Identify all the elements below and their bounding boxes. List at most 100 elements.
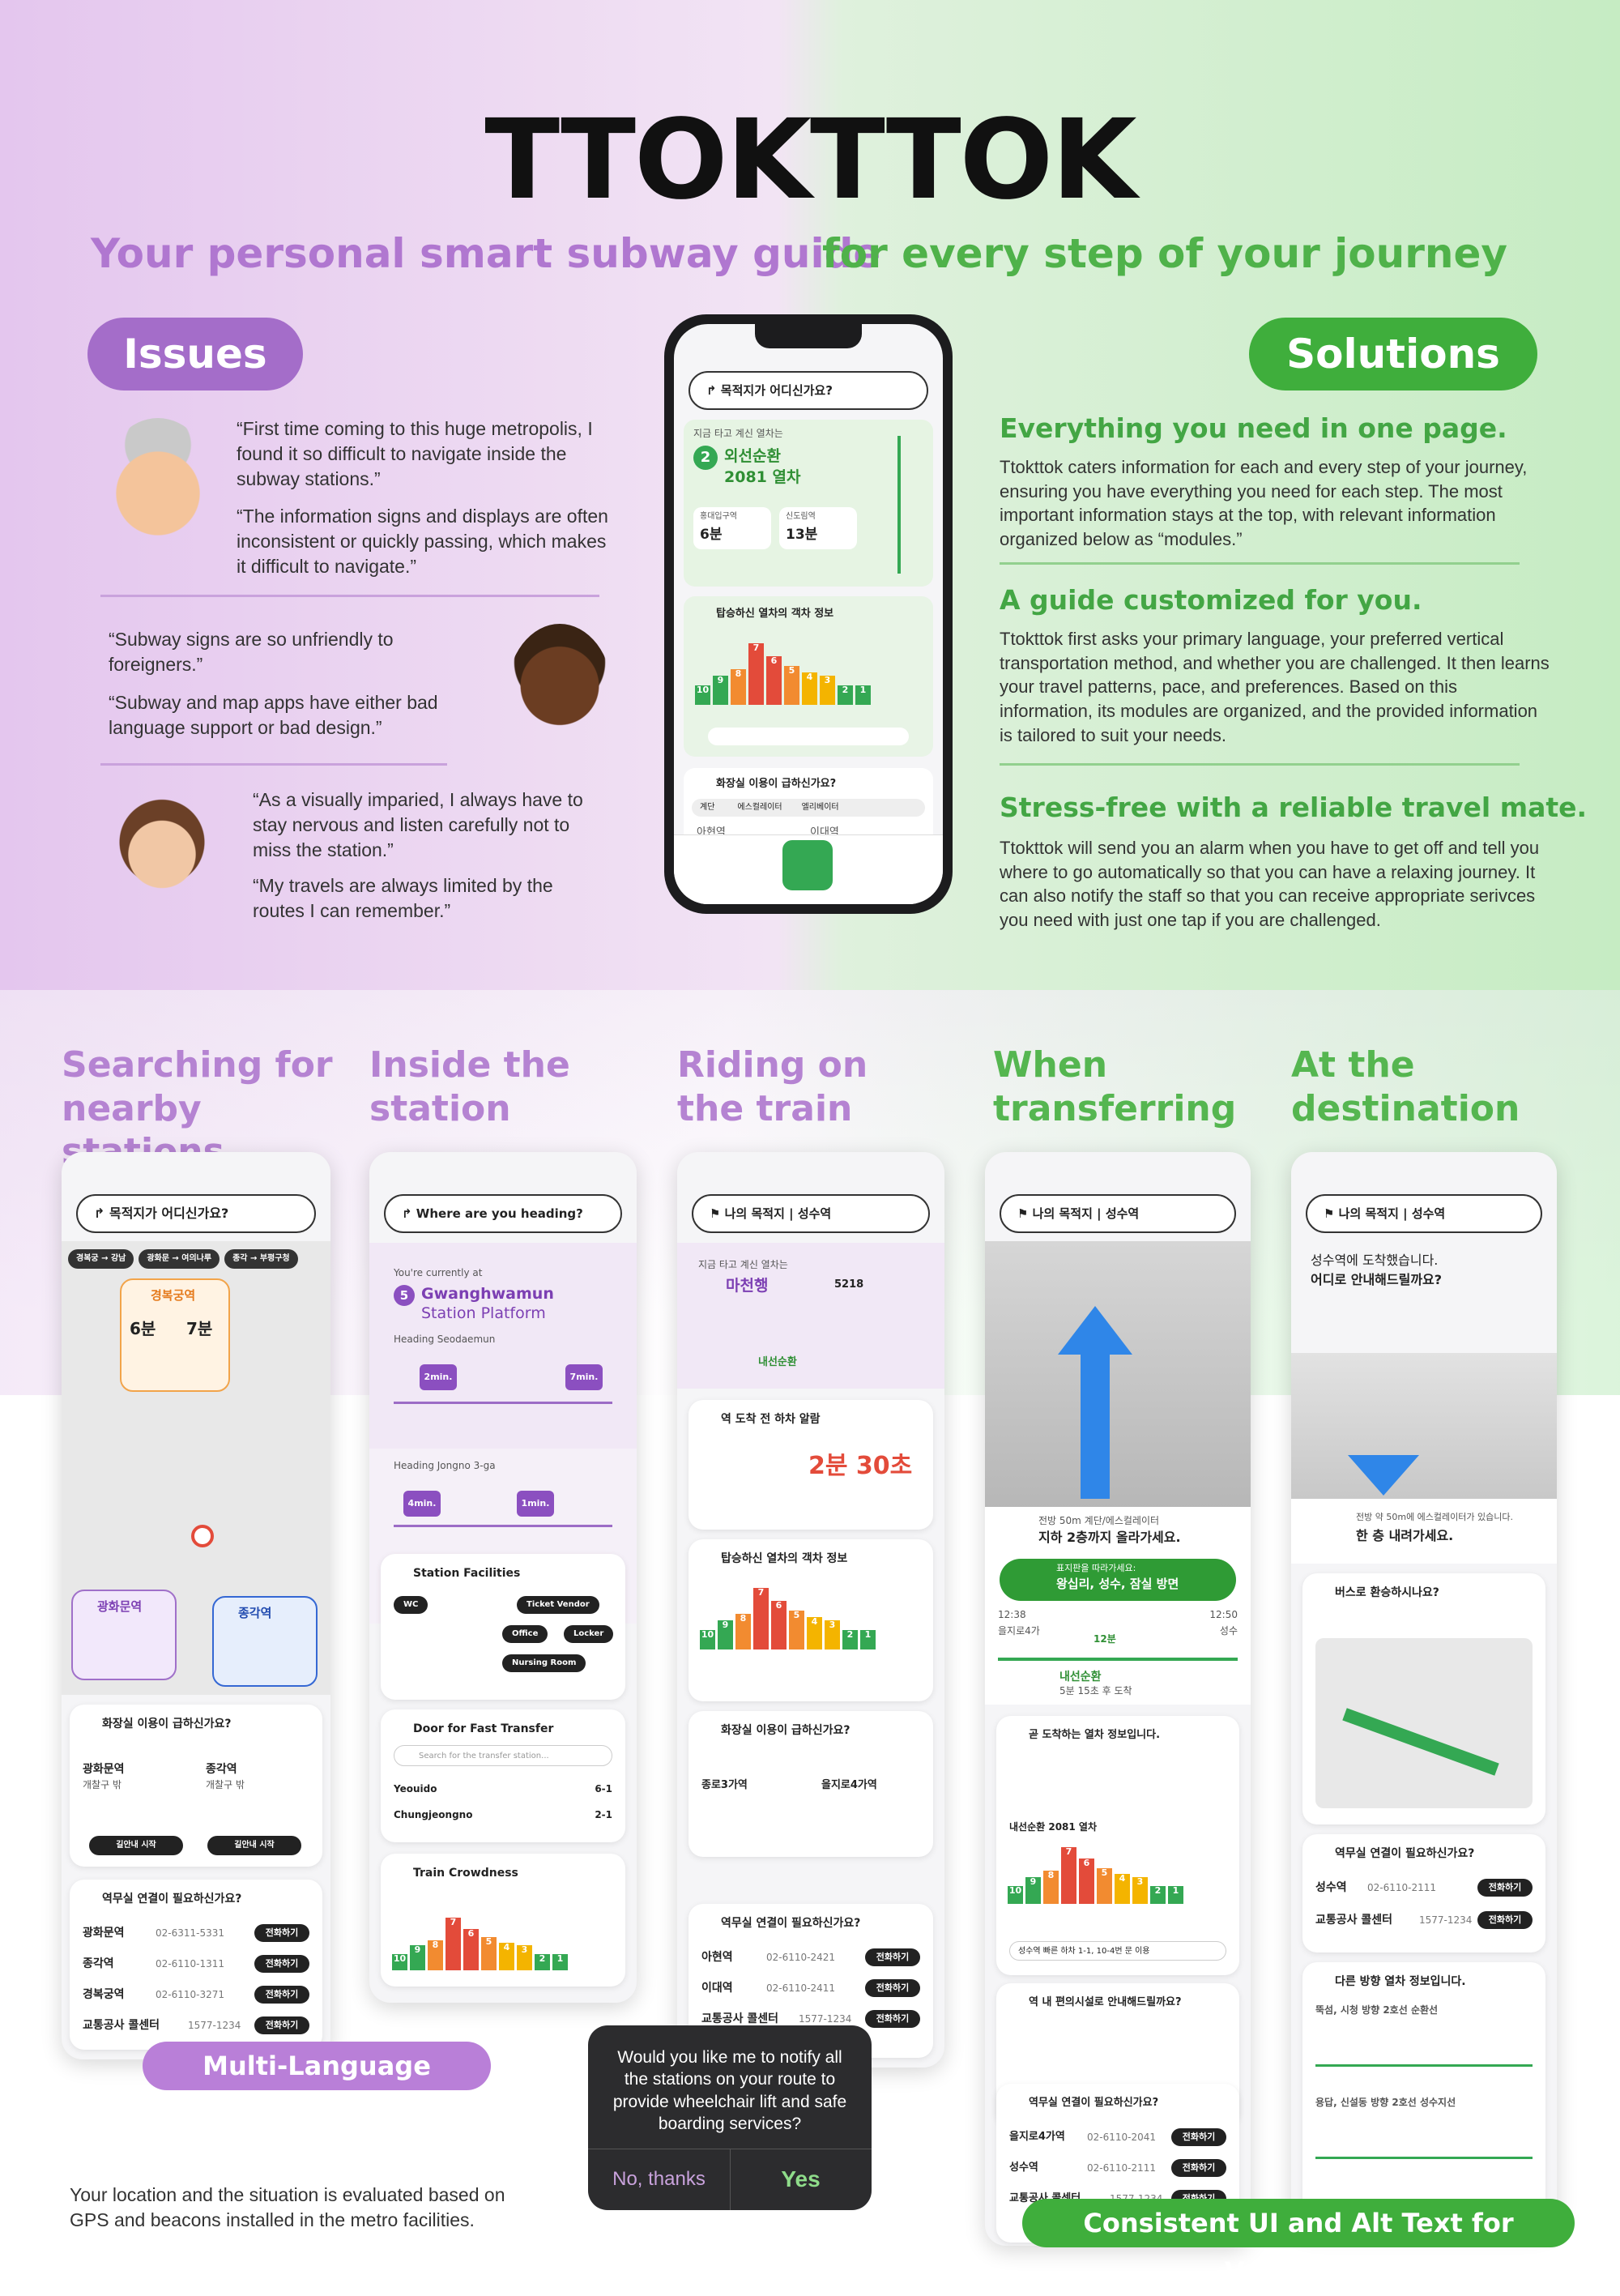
s4-dir2: 왕십리, 성수, 잠실 방면 [1056,1577,1179,1591]
call-button[interactable]: 전화하기 [1171,2128,1226,2146]
s1-chip[interactable]: 종각 → 부평구청 [224,1249,298,1269]
s2-transfer-search[interactable]: Search for the transfer station... [394,1745,612,1766]
s2-t3: 4min. [403,1491,441,1517]
door-val: 2-1 [595,1809,612,1820]
subtitle-left: Your personal smart subway guide [91,230,881,277]
modal-no-button[interactable]: No, thanks [588,2149,730,2210]
s2-office-chip[interactable]: Office [502,1625,548,1643]
crowd-bar: 1 [860,1630,876,1649]
quote-1a: “First time coming to this huge metropol… [237,418,593,490]
s4-train: 내선순환 2081 열차 [1009,1821,1097,1833]
call-button[interactable]: 전화하기 [865,2010,920,2028]
call-button[interactable]: 전화하기 [865,1948,920,1966]
turn-arrow-icon: ↱ [706,383,721,398]
crowd-bar: 6 [463,1929,479,1970]
crowd-bar: 10 [700,1630,715,1649]
s1-station-card-b[interactable]: 광화문역 [71,1590,177,1680]
crowd-bar: 3 [825,1620,840,1649]
call-button[interactable]: 전화하기 [1477,1911,1533,1929]
s1-guide-button[interactable]: 길안내 시작 [207,1836,301,1855]
tab-active-train[interactable] [782,840,833,890]
call-button[interactable]: 전화하기 [1171,2159,1226,2177]
s2-stn: Gwanghwamun [421,1285,554,1303]
s4-call-row: 성수역 02-6110-2111 전화하기 [1009,2157,1226,2179]
s2-facilities-card: Station Facilities WC Ticket Vendor Offi… [381,1554,625,1700]
crowd-bar: 4 [807,1617,822,1649]
s2-search-bar[interactable]: ↱ Where are you heading? [384,1194,622,1233]
s4-arr: 곧 도착하는 열차 정보입니다. [1029,1729,1161,1741]
s2-crowd-bars: 10 9 8 7 6 5 4 3 2 1 [392,1915,568,1970]
s3-train: 5218 [834,1278,864,1291]
call-name: 경복궁역 [83,1988,125,2001]
s1-station-card-a[interactable]: 경복궁역 6분 7분 [120,1278,230,1392]
s1-toilet-sub1: 개찰구 밖 [83,1779,122,1790]
phone-crowd-title: 탑승하신 열차의 객차 정보 [716,608,834,620]
call-button[interactable]: 전화하기 [254,1924,309,1942]
quote-2a: “Subway signs are so unfriendly to forei… [109,629,394,676]
s5-msg1: 전방 약 50m에 에스컬레이터가 있습니다. [1356,1512,1513,1522]
call-button[interactable]: 전화하기 [254,1986,309,2004]
phone-crowd-card: 탑승하신 열차의 객차 정보 10 9 8 7 6 5 4 3 2 1 [684,596,933,757]
s1-ta: 6분 [130,1319,156,1338]
s5-escalator-view [1291,1353,1557,1499]
phone-vertical-options[interactable]: 계단 에스컬레이터 엘리베이터 [692,799,925,817]
s4-search-bar[interactable]: ⚑ 나의 목적지 | 성수역 [1000,1194,1236,1233]
s5-ask: 어디로 안내해드릴까요? [1311,1272,1443,1287]
crowd-bar: 6 [766,656,782,705]
crowd-bar: 3 [820,676,835,705]
s5-line-1 [1315,2064,1533,2067]
s3-search-bar[interactable]: ⚑ 나의 목적지 | 성수역 [692,1194,930,1233]
s3-alarm-card: 역 도착 전 하차 알람 2분 30초 [688,1400,933,1530]
thumbs-down-memoji-icon [507,624,612,762]
phone-search-bar[interactable]: ↱ 목적지가 어디신가요? [688,371,928,410]
quote-3b: “My travels are always limited by the ro… [253,875,553,922]
up-arrow-icon [1058,1306,1132,1355]
s2-ticket-chip[interactable]: Ticket Vendor [517,1596,599,1614]
crowd-bar: 5 [1097,1868,1112,1904]
s1-call-row: 교통공사 콜센터 1577-1234 전화하기 [83,2014,309,2037]
s5-bus-map[interactable] [1315,1638,1533,1808]
s1-map[interactable]: 경복궁 → 강남 광화문 → 여의나루 종각 → 부평구청 경복궁역 6분 7분… [62,1241,330,1695]
s1-chip[interactable]: 광화문 → 여의나루 [139,1249,220,1269]
call-button[interactable]: 전화하기 [254,1955,309,1973]
s1-search-bar[interactable]: ↱ 목적지가 어디신가요? [76,1194,316,1233]
s4-line: 내선순환 [1059,1671,1102,1684]
s2-t2: 7min. [565,1364,603,1390]
crowd-bar: 3 [517,1945,532,1970]
section-title-5: At the destination [1291,1044,1520,1129]
solutions-divider-1 [1000,562,1520,565]
s1-chip[interactable]: 경복궁 → 강남 [68,1249,134,1269]
s5-search-bar[interactable]: ⚑ 나의 목적지 | 성수역 [1306,1194,1542,1233]
s1-stn-a: 경복궁역 [151,1288,196,1303]
phone-train-card: 지금 타고 계신 열차는 2 외선순환 2081 열차 홍대입구역 6분 신도림역… [684,420,933,587]
s5-message-panel: 전방 약 50m에 에스컬레이터가 있습니다. 한 층 내려가세요. [1291,1499,1557,1564]
s2-door-row: Chungjeongno 2-1 [394,1803,612,1826]
s3-search-text: 나의 목적지 | 성수역 [724,1206,832,1221]
s1-guide-button[interactable]: 길안내 시작 [89,1836,183,1855]
crowd-bar: 7 [748,643,764,705]
s1-help-card: 역무실 연결이 필요하신가요? 광화문역 02-6311-5331 전화하기 종각역… [70,1880,322,2050]
s1-station-card-c[interactable]: 종각역 [212,1596,318,1687]
s3-call-row: 이대역 02-6110-2411 전화하기 [701,1977,920,1999]
blowing-memoji-icon [105,787,219,909]
s2-wc-chip[interactable]: WC [394,1596,428,1614]
multi-language-label: Multi-Language Support [143,2042,491,2130]
crowd-bar: 10 [1008,1886,1023,1904]
modal-yes-button[interactable]: Yes [730,2149,872,2210]
s5-other: 다른 방향 열차 정보입니다. [1335,1975,1466,1988]
s4-t1: 12:38 [998,1609,1026,1620]
s4-dir: 표지판을 따라가세요: [1056,1563,1136,1573]
call-button[interactable]: 전화하기 [1477,1879,1533,1897]
s2-locker-chip[interactable]: Locker [564,1625,614,1643]
phone-station-strip [708,728,909,745]
s2-nursing-chip[interactable]: Nursing Room [502,1654,586,1672]
phone-time-box-2: 신도림역 13분 [779,507,857,549]
s4-msg2: 지하 2층까지 올라가세요. [1038,1530,1181,1545]
call-button[interactable]: 전화하기 [865,1979,920,1997]
call-name: 이대역 [701,1982,733,1995]
s5-bus-route [1342,1708,1499,1776]
crowd-bar: 10 [392,1954,407,1970]
crowd-bar: 2 [842,1630,858,1649]
call-button[interactable]: 전화하기 [254,2016,309,2034]
s3-alarm: 역 도착 전 하차 알람 [721,1413,821,1426]
